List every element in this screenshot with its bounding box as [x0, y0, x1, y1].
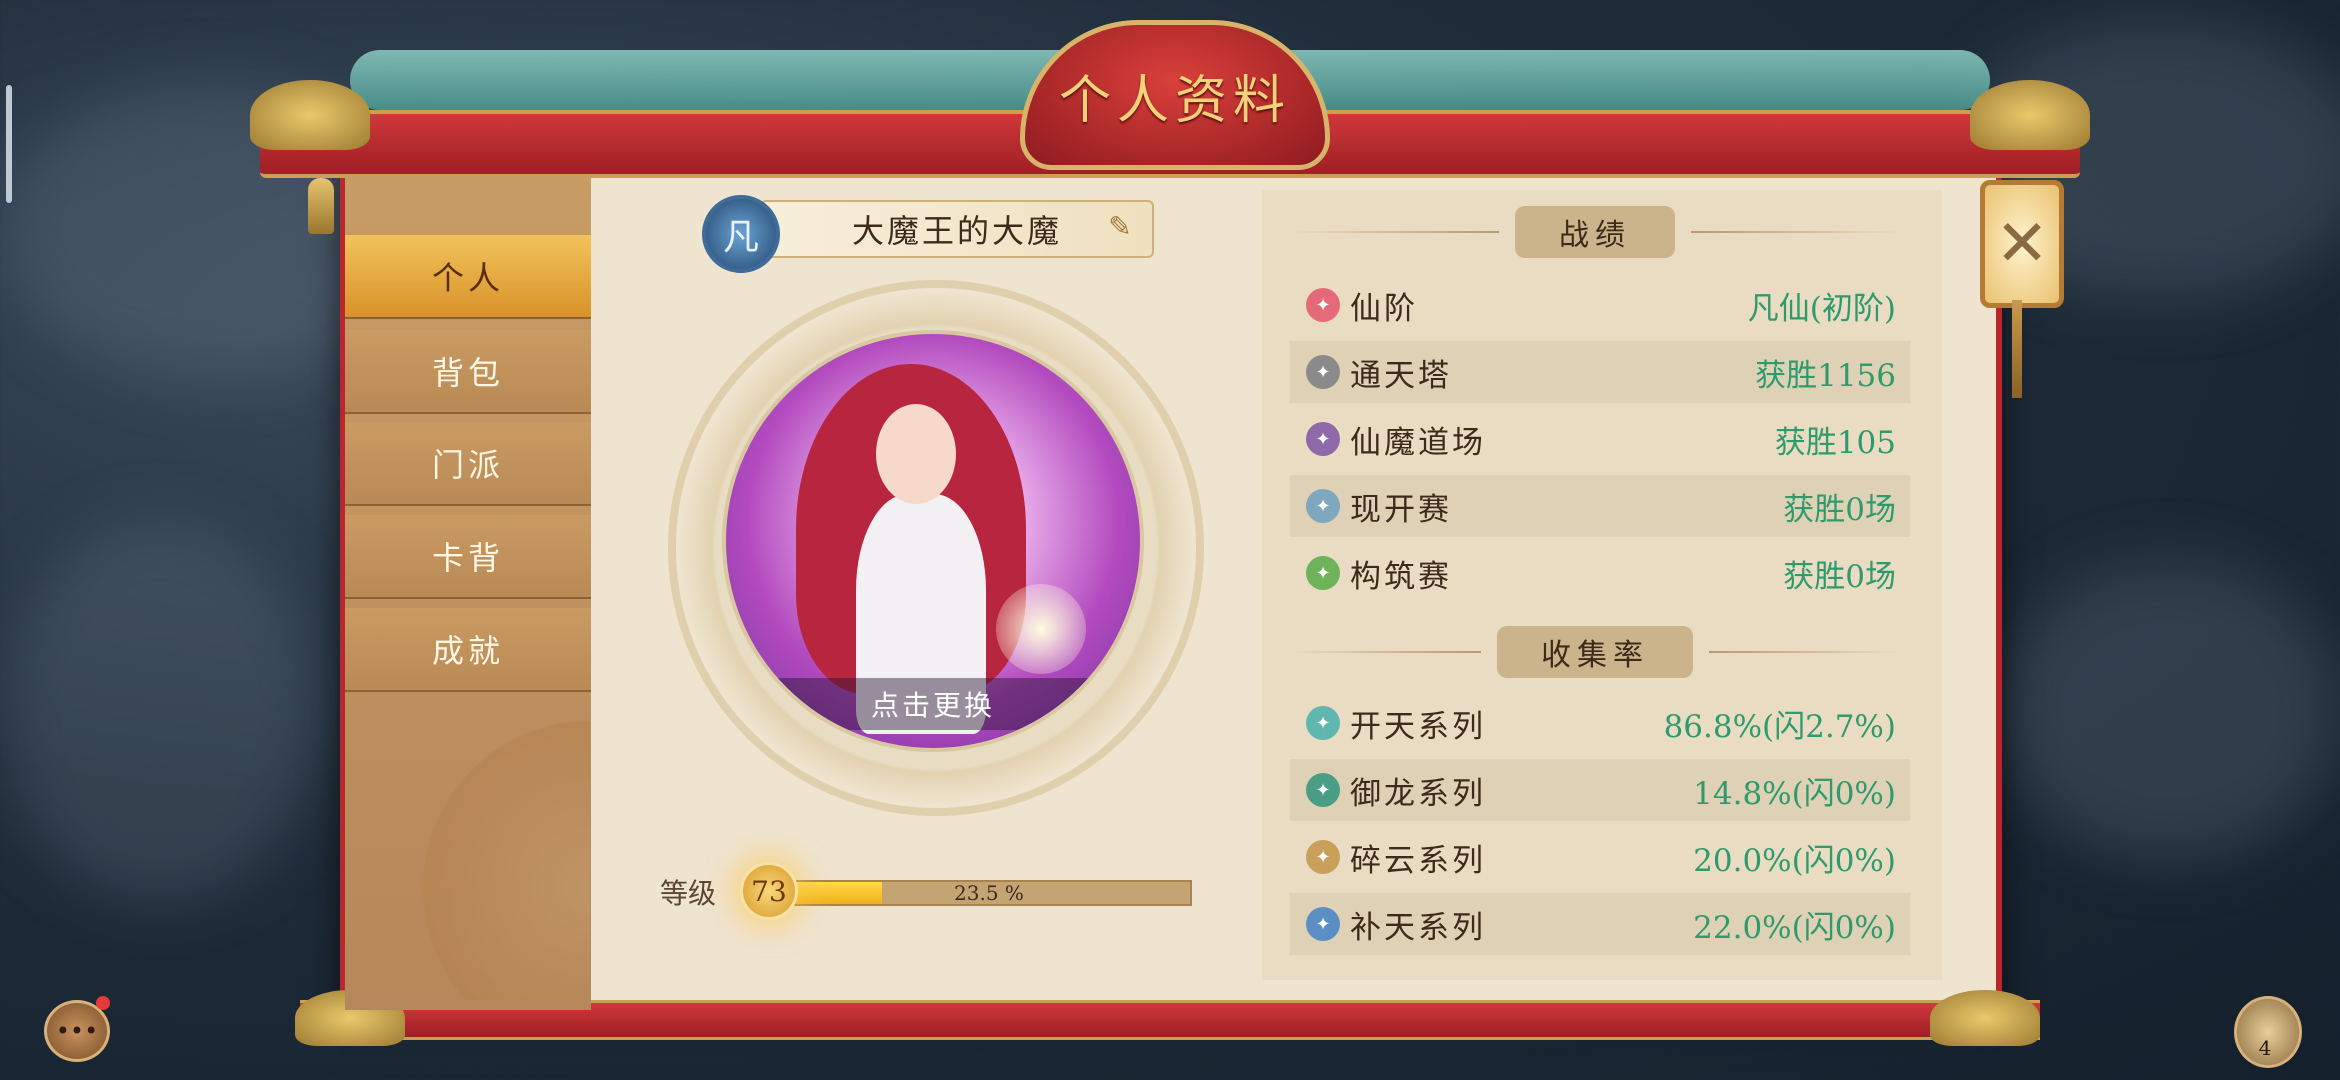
record-row: ✦ 构筑赛 获胜0场 [1290, 542, 1910, 604]
record-row: ✦ 仙魔道场 获胜105 [1290, 408, 1910, 470]
avatar-figure [876, 404, 956, 504]
record-label: 通天塔 [1350, 357, 1452, 394]
rank-badge: 凡 [702, 195, 780, 273]
title-plaque: 个人资料 [1020, 20, 1330, 170]
collection-value: 22.0%(闪0%) [1693, 909, 1896, 946]
collection-row: ✦ 碎云系列 20.0%(闪0%) [1290, 826, 1910, 888]
sidebar-decoration [340, 720, 590, 1000]
star-icon: ✦ [1306, 288, 1340, 322]
record-value: 获胜105 [1774, 424, 1896, 461]
tab-achievements[interactable]: 成就 [345, 608, 591, 692]
avatar[interactable]: 点击更换 [722, 330, 1144, 752]
change-avatar-button[interactable]: 点击更换 [726, 678, 1140, 730]
corner-ornament [1970, 80, 2090, 150]
record-header: 战绩 [1290, 206, 1900, 258]
divider [1709, 651, 1900, 653]
tab-card-back[interactable]: 卡背 [345, 515, 591, 599]
level-progress-bar: 23.5 % [786, 880, 1192, 906]
close-button[interactable]: ✕ [1980, 180, 2064, 308]
tower-icon: ✦ [1306, 355, 1340, 389]
kaitian-icon: ✦ [1306, 706, 1340, 740]
background-cloud [2000, 560, 2340, 860]
collection-row: ✦ 补天系列 22.0%(闪0%) [1290, 893, 1910, 955]
avatar-glow [996, 584, 1086, 674]
tab-personal[interactable]: 个人 [345, 235, 591, 319]
record-label: 仙魔道场 [1350, 424, 1486, 461]
record-label: 现开赛 [1350, 491, 1452, 528]
corner-ornament [250, 80, 370, 150]
collection-value: 86.8%(闪2.7%) [1663, 708, 1896, 745]
rank-glyph: 凡 [722, 217, 759, 258]
close-icon: ✕ [1995, 207, 2049, 281]
collection-value: 20.0%(闪0%) [1693, 842, 1896, 879]
scroll-indicator[interactable] [6, 85, 12, 203]
tab-backpack[interactable]: 背包 [345, 330, 591, 414]
player-name-bar: 大魔王的大魔 [760, 200, 1154, 258]
background-cloud [0, 520, 320, 900]
record-title: 战绩 [1515, 206, 1675, 258]
record-value: 获胜0场 [1783, 558, 1896, 595]
record-label: 构筑赛 [1350, 558, 1452, 595]
lantern-tassel [2012, 300, 2022, 398]
page-title: 个人资料 [1058, 70, 1291, 131]
record-label: 仙阶 [1350, 290, 1418, 327]
edit-name-icon[interactable]: ✎ [1100, 210, 1140, 243]
tournament-icon: ✦ [1306, 489, 1340, 523]
collection-label: 开天系列 [1350, 708, 1486, 745]
chat-icon: ••• [55, 1017, 99, 1045]
record-row: ✦ 现开赛 获胜0场 [1290, 475, 1910, 537]
tab-sect[interactable]: 门派 [345, 422, 591, 506]
level-label: 等级 [660, 877, 717, 910]
bag-count: 4 [2258, 1036, 2272, 1060]
collection-row: ✦ 御龙系列 14.8%(闪0%) [1290, 759, 1910, 821]
record-value: 获胜1156 [1755, 357, 1896, 394]
build-icon: ✦ [1306, 556, 1340, 590]
collection-label: 御龙系列 [1350, 775, 1486, 812]
divider [1290, 231, 1499, 233]
dragon-icon: ✦ [1306, 773, 1340, 807]
level-badge: 73 [740, 862, 798, 920]
level-progress-text: 23.5 % [954, 881, 1024, 905]
collection-row: ✦ 开天系列 86.8%(闪2.7%) [1290, 692, 1910, 754]
sky-icon: ✦ [1306, 907, 1340, 941]
demon-icon: ✦ [1306, 422, 1340, 456]
divider [1290, 651, 1481, 653]
collection-label: 碎云系列 [1350, 842, 1486, 879]
collection-header: 收集率 [1290, 626, 1900, 678]
level-value: 73 [751, 874, 787, 908]
corner-ornament [1930, 990, 2040, 1046]
notification-dot [96, 996, 110, 1010]
record-value: 获胜0场 [1783, 491, 1896, 528]
record-row: ✦ 仙阶 凡仙(初阶) [1290, 274, 1910, 336]
record-row: ✦ 通天塔 获胜1156 [1290, 341, 1910, 403]
bell-icon [308, 178, 334, 234]
collection-title: 收集率 [1497, 626, 1693, 678]
record-value: 凡仙(初阶) [1747, 290, 1896, 327]
cloud-icon: ✦ [1306, 840, 1340, 874]
collection-label: 补天系列 [1350, 909, 1486, 946]
divider [1691, 231, 1900, 233]
collection-value: 14.8%(闪0%) [1693, 775, 1896, 812]
player-name: 大魔王的大魔 [851, 212, 1062, 250]
